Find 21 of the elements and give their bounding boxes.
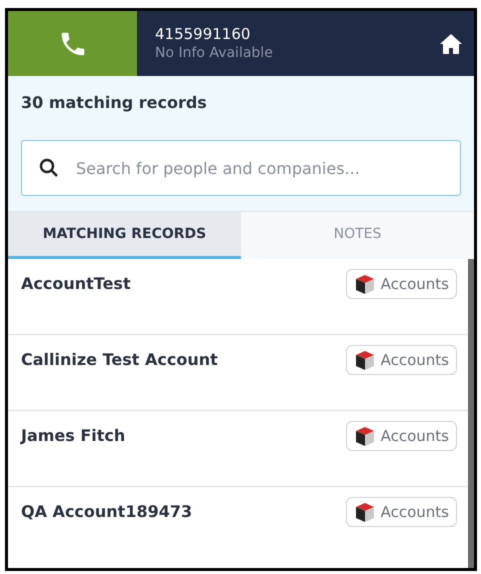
search-field[interactable]: Search for people and companies... — [21, 140, 461, 196]
cube-icon — [354, 501, 376, 523]
caller-info: No Info Available — [155, 44, 274, 62]
record-name[interactable]: QA Account189473 — [21, 500, 192, 524]
record-type-tag: Accounts — [346, 421, 457, 451]
tab[interactable]: MATCHING RECORDS — [8, 212, 241, 259]
call-button[interactable] — [8, 11, 137, 76]
search-icon — [39, 158, 59, 178]
cube-icon — [354, 425, 376, 447]
record-type-tag: Accounts — [346, 345, 457, 375]
record-count: 30 matching records — [21, 92, 208, 114]
record-name[interactable]: Callinize Test Account — [21, 348, 218, 372]
cube-icon — [354, 273, 376, 295]
record-name[interactable]: AccountTest — [21, 272, 131, 296]
scrollbar[interactable] — [468, 259, 474, 568]
record-name[interactable]: James Fitch — [21, 424, 126, 448]
record-type-tag: Accounts — [346, 269, 457, 299]
phone-number: 4155991160 — [155, 25, 252, 44]
record-type-tag: Accounts — [346, 497, 457, 527]
cube-icon — [354, 349, 376, 371]
home-icon — [439, 32, 463, 54]
